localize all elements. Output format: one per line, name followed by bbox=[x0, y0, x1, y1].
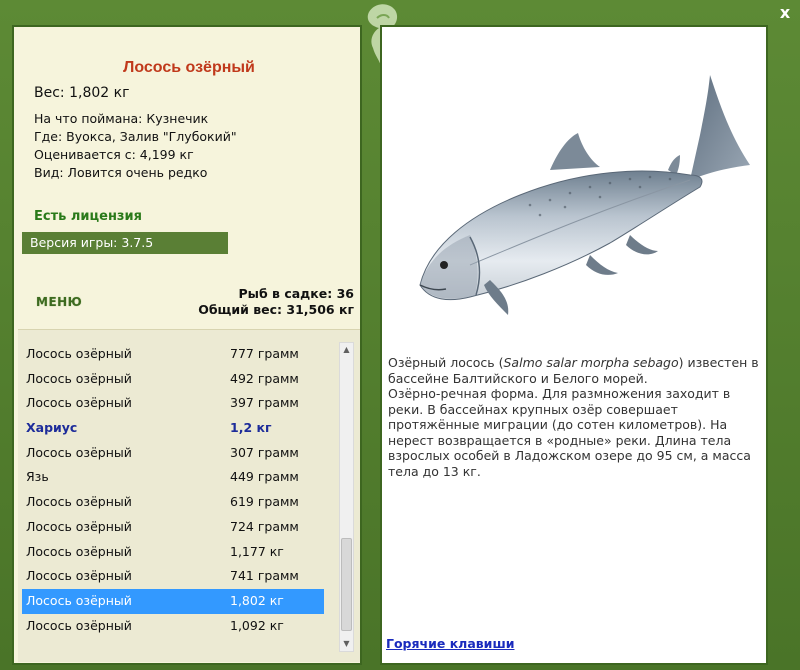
description-body: Озёрно-речная форма. Для размножения зах… bbox=[388, 386, 751, 479]
caught-with-row: На что поймана: Кузнечик bbox=[34, 110, 237, 128]
location-label: Где: bbox=[34, 129, 63, 144]
catch-row-name: Лосось озёрный bbox=[26, 346, 132, 361]
window-frame: x Лосось озёрный Вес: 1,802 кг На что по… bbox=[0, 0, 800, 670]
catch-list-row[interactable]: Лосось озёрный 724 грамм bbox=[22, 515, 324, 540]
catch-row-name: Язь bbox=[26, 469, 49, 485]
description-intro: Озёрный лосось (Salmo salar morpha sebag… bbox=[388, 355, 760, 386]
catch-row-name: Лосось озёрный bbox=[26, 370, 132, 386]
hotkeys-link[interactable]: Горячие клавиши bbox=[386, 636, 514, 651]
catch-row-name: Хариус bbox=[26, 420, 78, 436]
catch-list-row[interactable]: Лосось озёрный 777 грамм bbox=[22, 342, 324, 367]
kind-value: Ловится очень редко bbox=[67, 165, 208, 180]
salmon-image bbox=[419, 75, 750, 315]
catch-list: Лосось озёрный 777 грамм Лосось озёрный 492… bbox=[22, 342, 324, 638]
weight-value: 1,802 кг bbox=[69, 85, 130, 101]
fish-title: Лосось озёрный bbox=[123, 59, 255, 76]
catch-list-row[interactable]: Язь 449 грамм bbox=[22, 465, 324, 490]
close-button[interactable]: x bbox=[776, 4, 794, 22]
catch-list-row[interactable]: Лосось озёрный 492 грамм bbox=[22, 367, 324, 392]
catch-list-row[interactable]: Лосось озёрный 397 грамм bbox=[22, 391, 324, 416]
catch-row-name: Лосось озёрный bbox=[26, 543, 132, 559]
catch-row-weight: 1,802 кг bbox=[230, 592, 284, 608]
total-weight: Общий вес: 31,506 кг bbox=[198, 302, 354, 318]
catch-list-row[interactable]: Лосось озёрный 307 грамм bbox=[22, 441, 324, 466]
catch-row-weight: 397 грамм bbox=[230, 395, 299, 411]
menu-button[interactable]: МЕНЮ bbox=[36, 295, 82, 309]
catch-row-weight: 307 грамм bbox=[230, 444, 299, 460]
catch-list-row[interactable]: Лосось озёрный 1,092 кг bbox=[22, 614, 324, 639]
catch-row-name: Лосось озёрный bbox=[26, 592, 132, 608]
valued-from-value: 4,199 кг bbox=[139, 147, 194, 162]
catch-list-row[interactable]: Лосось озёрный 741 грамм bbox=[22, 564, 324, 589]
catch-list-row[interactable]: Хариус 1,2 кг bbox=[22, 416, 324, 441]
fish-count-value: 36 bbox=[336, 286, 354, 301]
catch-row-weight: 741 грамм bbox=[230, 568, 299, 584]
catch-list-scrollbar[interactable]: ▲ ▼ bbox=[339, 342, 354, 652]
catch-row-name: Лосось озёрный bbox=[26, 494, 132, 510]
fish-weight: Вес: 1,802 кг bbox=[34, 85, 129, 101]
catch-row-weight: 1,2 кг bbox=[230, 420, 272, 436]
catch-row-name: Лосось озёрный bbox=[26, 395, 132, 411]
catch-row-weight: 724 грамм bbox=[230, 518, 299, 534]
fish-count-label: Рыб в садке: bbox=[238, 286, 333, 301]
fish-description: Озёрный лосось (Salmo salar morpha sebag… bbox=[388, 355, 760, 479]
catch-list-row[interactable]: Лосось озёрный 1,802 кг bbox=[22, 588, 324, 614]
catch-row-weight: 1,092 кг bbox=[230, 617, 284, 633]
valued-from-row: Оценивается с: 4,199 кг bbox=[34, 146, 237, 164]
scrollbar-thumb[interactable] bbox=[341, 538, 352, 631]
license-status: Есть лицензия bbox=[34, 209, 142, 224]
weight-label: Вес: bbox=[34, 85, 65, 101]
valued-from-label: Оценивается с: bbox=[34, 147, 136, 162]
catch-row-weight: 492 грамм bbox=[230, 370, 299, 386]
caught-with-value: Кузнечик bbox=[146, 111, 209, 126]
arrow-down-icon[interactable]: ▼ bbox=[340, 637, 353, 651]
fish-details: На что поймана: Кузнечик Где: Вуокса, За… bbox=[34, 110, 237, 182]
catch-row-name: Лосось озёрный bbox=[26, 518, 132, 534]
catch-row-name: Лосось озёрный bbox=[26, 617, 132, 633]
total-weight-label: Общий вес: bbox=[198, 302, 283, 317]
catch-row-weight: 777 грамм bbox=[230, 346, 299, 361]
catch-row-weight: 449 грамм bbox=[230, 469, 299, 485]
catch-row-weight: 1,177 кг bbox=[230, 543, 284, 559]
location-row: Где: Вуокса, Залив "Глубокий" bbox=[34, 128, 237, 146]
game-version: Версия игры: 3.7.5 bbox=[22, 232, 228, 254]
total-weight-value: 31,506 кг bbox=[286, 302, 354, 317]
catch-list-area: Лосось озёрный 777 грамм Лосось озёрный 492… bbox=[18, 329, 360, 662]
arrow-up-icon[interactable]: ▲ bbox=[340, 343, 353, 357]
kind-row: Вид: Ловится очень редко bbox=[34, 164, 237, 182]
catch-list-row[interactable]: Лосось озёрный 619 грамм bbox=[22, 490, 324, 515]
catch-row-weight: 619 грамм bbox=[230, 494, 299, 510]
caught-with-label: На что поймана: bbox=[34, 111, 143, 126]
location-value: Вуокса, Залив "Глубокий" bbox=[66, 129, 237, 144]
description-pre: Озёрный лосось ( bbox=[388, 355, 504, 370]
catch-list-row[interactable]: Лосось озёрный 1,177 кг bbox=[22, 540, 324, 565]
fish-image-panel: Озёрный лосось (Salmo salar morpha sebag… bbox=[380, 25, 768, 665]
fish-count: Рыб в садке: 36 bbox=[198, 286, 354, 302]
catch-row-name: Лосось озёрный bbox=[26, 444, 132, 460]
description-latin: Salmo salar morpha sebago bbox=[503, 355, 679, 370]
kind-label: Вид: bbox=[34, 165, 64, 180]
catch-row-name: Лосось озёрный bbox=[26, 568, 132, 584]
catch-stats: Рыб в садке: 36 Общий вес: 31,506 кг bbox=[198, 286, 354, 318]
fish-info-panel: Лосось озёрный Вес: 1,802 кг На что пойм… bbox=[12, 25, 362, 665]
